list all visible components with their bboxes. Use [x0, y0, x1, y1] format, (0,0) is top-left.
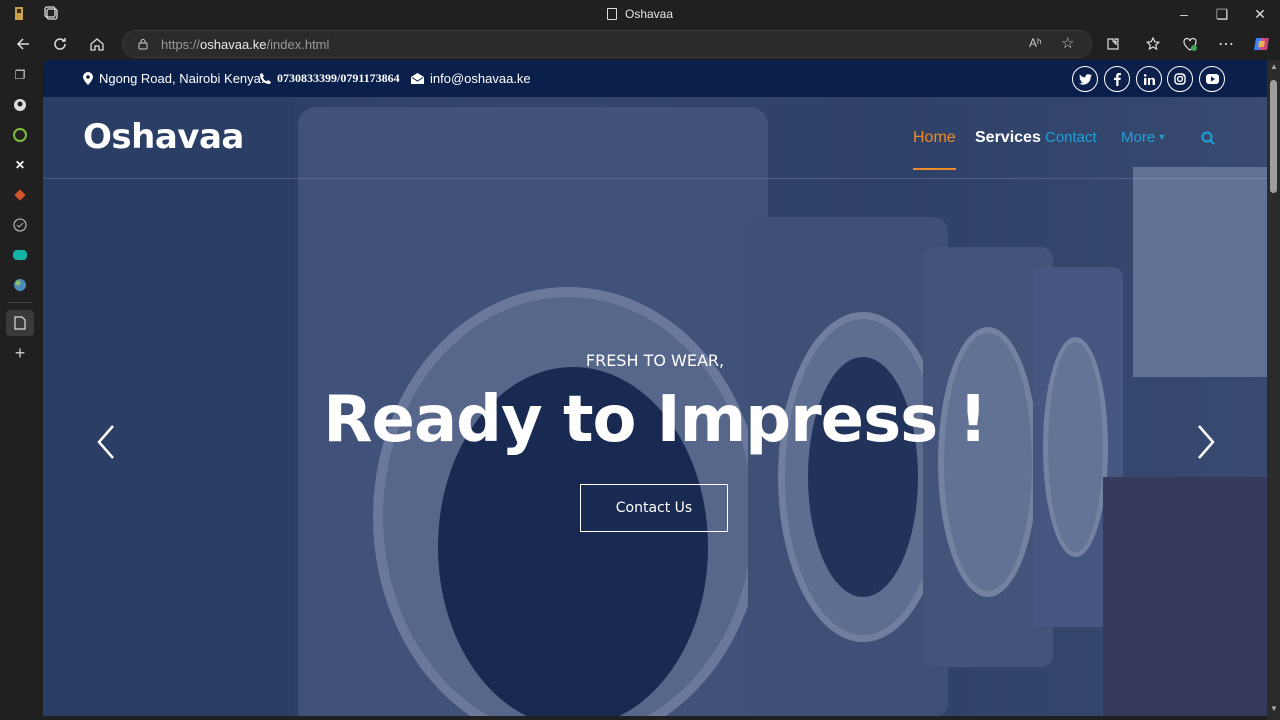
contact-us-button[interactable]: Contact Us	[580, 484, 728, 532]
hero-title: Ready to Impress !	[323, 383, 987, 457]
main-nav: Oshavaa Home Services Contact More ▾	[43, 97, 1267, 179]
x-icon[interactable]: ✕	[10, 155, 30, 175]
back-button[interactable]	[11, 32, 35, 56]
home-button[interactable]	[85, 32, 109, 56]
linkedin-icon[interactable]	[1136, 66, 1162, 92]
close-button[interactable]: ✕	[1250, 4, 1270, 24]
nav-more[interactable]: More ▾	[1121, 129, 1164, 146]
more-icon[interactable]: ⋯	[1214, 32, 1238, 56]
tag-icon[interactable]	[10, 245, 30, 265]
instagram-icon[interactable]	[1167, 66, 1193, 92]
favorite-icon[interactable]: ☆	[1061, 34, 1074, 52]
maximize-button[interactable]: ❏	[1212, 4, 1232, 24]
active-page-icon[interactable]	[6, 310, 34, 336]
email-item[interactable]: info@oshavaa.ke	[411, 71, 531, 86]
hero-subtitle: FRESH TO WEAR,	[585, 351, 725, 370]
refresh-icon	[54, 38, 66, 50]
phone-item[interactable]: 0730833399/0791173864	[260, 71, 400, 86]
coin-icon[interactable]	[10, 125, 30, 145]
sidebar-tabs-icon[interactable]: ❐	[10, 65, 30, 85]
nav-home[interactable]: Home	[913, 129, 956, 170]
git-icon[interactable]	[10, 185, 30, 205]
window-title-text: Oshavaa	[624, 7, 674, 21]
info-bar: Ngong Road, Nairobi Kenya. 0730833399/07…	[43, 60, 1267, 97]
nav-more-label: More	[1121, 129, 1156, 146]
phone-text: 0730833399/0791173864	[277, 71, 400, 85]
youtube-icon[interactable]	[1199, 66, 1225, 92]
location-icon	[83, 72, 93, 85]
facebook-icon[interactable]	[1104, 66, 1130, 92]
url-text[interactable]: https://oshavaa.ke/index.html	[161, 37, 329, 52]
address-bar[interactable]: https://oshavaa.ke/index.html Aʰ ☆	[122, 30, 1092, 58]
browser-sidebar: ❐ ✕ +	[0, 60, 40, 720]
twitter-icon[interactable]	[1072, 66, 1098, 92]
nav-contact[interactable]: Contact	[1045, 129, 1097, 146]
page-icon	[606, 8, 617, 20]
favorites-icon[interactable]	[1141, 32, 1165, 56]
page-scrollbar[interactable]: ▲ ▼	[1267, 60, 1280, 720]
hero-section: Oshavaa Home Services Contact More ▾ FRE…	[43, 97, 1267, 716]
github-icon[interactable]	[10, 95, 30, 115]
browser-toolbar: https://oshavaa.ke/index.html Aʰ ☆ ⋯	[0, 28, 1280, 60]
minimize-button[interactable]: –	[1174, 4, 1194, 24]
browser-titlebar: Oshavaa – ❏ ✕	[0, 0, 1280, 28]
extensions-icon[interactable]	[1101, 32, 1125, 56]
url-prefix: https://	[161, 37, 201, 52]
url-path: /index.html	[266, 37, 330, 52]
check-icon[interactable]	[10, 215, 30, 235]
globe-icon[interactable]	[10, 275, 30, 295]
sidebar-divider	[8, 302, 32, 303]
page-viewport: Ngong Road, Nairobi Kenya. 0730833399/07…	[43, 60, 1267, 716]
envelope-icon	[411, 73, 424, 84]
home-icon	[90, 38, 104, 51]
refresh-button[interactable]	[48, 32, 72, 56]
caret-down-icon: ▾	[1159, 132, 1165, 143]
scroll-up-icon[interactable]: ▲	[1270, 62, 1278, 71]
address-item: Ngong Road, Nairobi Kenya.	[83, 71, 265, 86]
phone-icon	[260, 73, 271, 84]
email-text: info@oshavaa.ke	[430, 71, 531, 86]
scrollbar-thumb[interactable]	[1270, 80, 1277, 193]
search-icon[interactable]	[1201, 131, 1215, 145]
back-icon	[16, 38, 29, 50]
nav-services[interactable]: Services	[975, 129, 1041, 147]
add-icon[interactable]: +	[10, 343, 30, 363]
scroll-down-icon[interactable]: ▼	[1270, 704, 1278, 713]
health-icon[interactable]	[1178, 32, 1202, 56]
url-domain: oshavaa.ke	[200, 37, 267, 52]
site-logo[interactable]: Oshavaa	[83, 117, 244, 157]
window-title: Oshavaa	[0, 7, 1280, 21]
address-text: Ngong Road, Nairobi Kenya.	[99, 71, 265, 86]
read-aloud-icon[interactable]: Aʰ	[1029, 36, 1042, 50]
lock-icon[interactable]	[137, 38, 149, 50]
copilot-icon[interactable]	[1250, 32, 1274, 56]
